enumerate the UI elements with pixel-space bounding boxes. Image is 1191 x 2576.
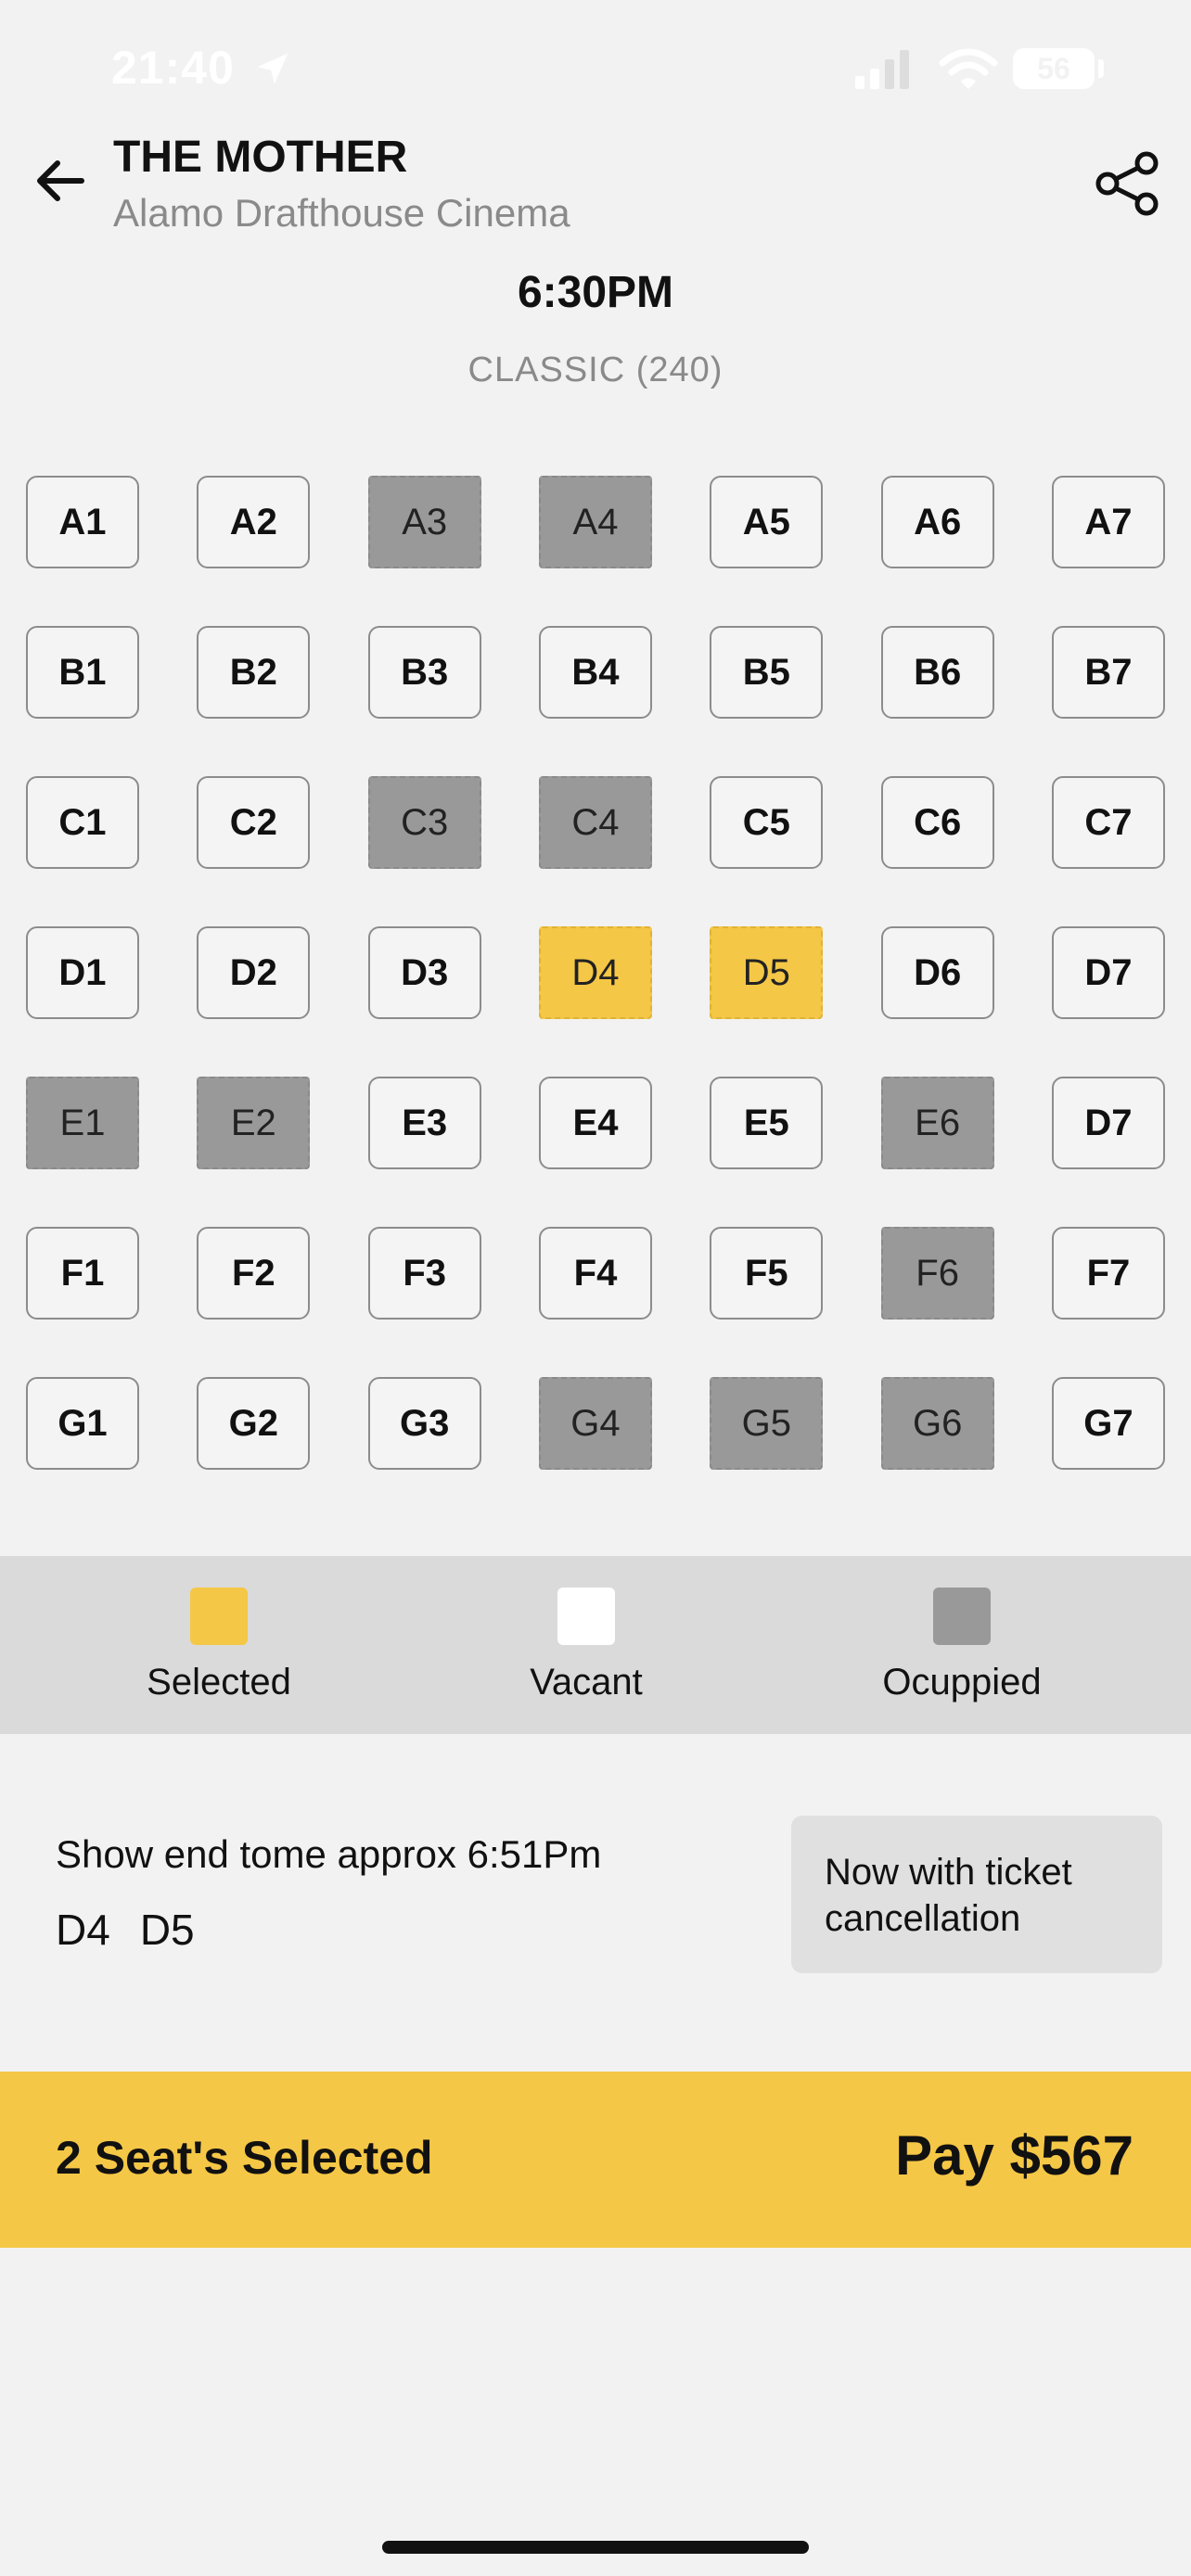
seats-selected-count: 2 Seat's Selected (56, 2132, 433, 2184)
back-arrow-icon[interactable] (28, 148, 93, 213)
seat-e5-vacant[interactable]: E5 (710, 1077, 824, 1169)
battery-level: 56 (1037, 52, 1070, 85)
seat-row: C1 C2 C3 C4 C5 C6 C7 (26, 776, 1165, 871)
seat-e3-vacant[interactable]: E3 (367, 1077, 481, 1169)
occupied-swatch (933, 1588, 991, 1645)
seat-f5-vacant[interactable]: F5 (710, 1227, 824, 1320)
battery-icon: 56 (1013, 48, 1095, 89)
seat-c5-vacant[interactable]: C5 (710, 776, 824, 869)
status-bar: 21:40 56 (0, 0, 1191, 139)
seat-row: E1 E2 E3 E4 E5 E6 D7 (26, 1077, 1165, 1171)
seat-d6-vacant[interactable]: D6 (880, 926, 994, 1019)
seat-b4-vacant[interactable]: B4 (538, 626, 652, 719)
seat-d5-selected[interactable]: D5 (710, 926, 824, 1019)
seat-row: G1 G2 G3 G4 G5 G6 G7 (26, 1377, 1165, 1472)
seat-f3-vacant[interactable]: F3 (367, 1227, 481, 1320)
seat-b6-vacant[interactable]: B6 (880, 626, 994, 719)
show-end-time: Show end tome approx 6:51Pm (56, 1832, 602, 1876)
seat-a3-occupied: A3 (367, 476, 481, 568)
home-indicator (382, 2541, 809, 2554)
seat-d7-vacant[interactable]: D7 (1051, 926, 1165, 1019)
status-time: 21:40 (111, 42, 235, 94)
seat-f4-vacant[interactable]: F4 (538, 1227, 652, 1320)
seat-g1-vacant[interactable]: G1 (26, 1377, 139, 1470)
pay-button[interactable]: Pay $567 (895, 2123, 1133, 2187)
seat-grid: A1 A2 A3 A4 A5 A6 A7 B1 B2 B3 B4 B5 B6 B7 C1 C2 C3 C4 C5 C6… (26, 476, 1165, 1473)
share-icon[interactable] (1095, 150, 1161, 217)
screen-type: CLASSIC (240) (467, 351, 724, 389)
selected-seat-list: D4 D5 (56, 1905, 224, 1955)
wifi-icon (939, 48, 998, 89)
seat-g7-vacant[interactable]: G7 (1051, 1377, 1165, 1470)
seat-b3-vacant[interactable]: B3 (367, 626, 481, 719)
seat-d3-vacant[interactable]: D3 (367, 926, 481, 1019)
battery-cap (1098, 59, 1104, 78)
legend-vacant: Vacant (512, 1588, 660, 1703)
seat-legend: Selected Vacant Ocuppied (0, 1556, 1191, 1734)
seat-a5-vacant[interactable]: A5 (710, 476, 824, 568)
selected-swatch (190, 1588, 248, 1645)
seat-b2-vacant[interactable]: B2 (197, 626, 311, 719)
seat-f7-vacant[interactable]: F7 (1051, 1227, 1165, 1320)
seat-b5-vacant[interactable]: B5 (710, 626, 824, 719)
seat-c4-occupied: C4 (538, 776, 652, 869)
seat-g3-vacant[interactable]: G3 (367, 1377, 481, 1470)
seat-f2-vacant[interactable]: F2 (197, 1227, 311, 1320)
seat-f6-occupied: F6 (880, 1227, 994, 1320)
seat-row: B1 B2 B3 B4 B5 B6 B7 (26, 626, 1165, 721)
movie-title: THE MOTHER (113, 133, 408, 182)
seat-d4-selected[interactable]: D4 (538, 926, 652, 1019)
seat-g5-occupied: G5 (710, 1377, 824, 1470)
seat-b1-vacant[interactable]: B1 (26, 626, 139, 719)
vacant-swatch (557, 1588, 615, 1645)
seat-d2-vacant[interactable]: D2 (197, 926, 311, 1019)
legend-vacant-label: Vacant (530, 1662, 643, 1702)
seat-e4-vacant[interactable]: E4 (538, 1077, 652, 1169)
legend-occupied-label: Ocuppied (882, 1662, 1042, 1702)
location-arrow-icon (257, 53, 288, 84)
seat-c1-vacant[interactable]: C1 (26, 776, 139, 869)
seat-c7-vacant[interactable]: C7 (1051, 776, 1165, 869)
seat-g6-occupied: G6 (880, 1377, 994, 1470)
seat-c2-vacant[interactable]: C2 (197, 776, 311, 869)
cellular-signal-icon (855, 50, 909, 89)
seat-e2-occupied: E2 (197, 1077, 311, 1169)
seat-f1-vacant[interactable]: F1 (26, 1227, 139, 1320)
seat-row: A1 A2 A3 A4 A5 A6 A7 (26, 476, 1165, 570)
seat-a6-vacant[interactable]: A6 (880, 476, 994, 568)
seat-a7-vacant[interactable]: A7 (1051, 476, 1165, 568)
seat-a1-vacant[interactable]: A1 (26, 476, 139, 568)
seat-d7-vacant[interactable]: D7 (1051, 1077, 1165, 1169)
seat-a4-occupied: A4 (538, 476, 652, 568)
seat-d1-vacant[interactable]: D1 (26, 926, 139, 1019)
pay-bar: 2 Seat's Selected Pay $567 (0, 2072, 1191, 2248)
seat-b7-vacant[interactable]: B7 (1051, 626, 1165, 719)
showtime: 6:30PM (517, 268, 674, 317)
ticket-cancellation-badge: Now with ticket cancellation (791, 1816, 1162, 1973)
legend-occupied: Ocuppied (866, 1588, 1057, 1703)
selected-seat-label: D5 (139, 1906, 195, 1954)
legend-selected-label: Selected (147, 1662, 291, 1702)
seat-row: F1 F2 F3 F4 F5 F6 F7 (26, 1227, 1165, 1321)
seat-e1-occupied: E1 (26, 1077, 139, 1169)
seat-g4-occupied: G4 (538, 1377, 652, 1470)
seat-c3-occupied: C3 (367, 776, 481, 869)
cinema-name: Alamo Drafthouse Cinema (113, 191, 570, 235)
selected-seat-label: D4 (56, 1906, 110, 1954)
seat-c6-vacant[interactable]: C6 (880, 776, 994, 869)
seat-row: D1 D2 D3 D4 D5 D6 D7 (26, 926, 1165, 1021)
seat-a2-vacant[interactable]: A2 (197, 476, 311, 568)
seat-g2-vacant[interactable]: G2 (197, 1377, 311, 1470)
legend-selected: Selected (139, 1588, 299, 1703)
seat-e6-occupied: E6 (880, 1077, 994, 1169)
